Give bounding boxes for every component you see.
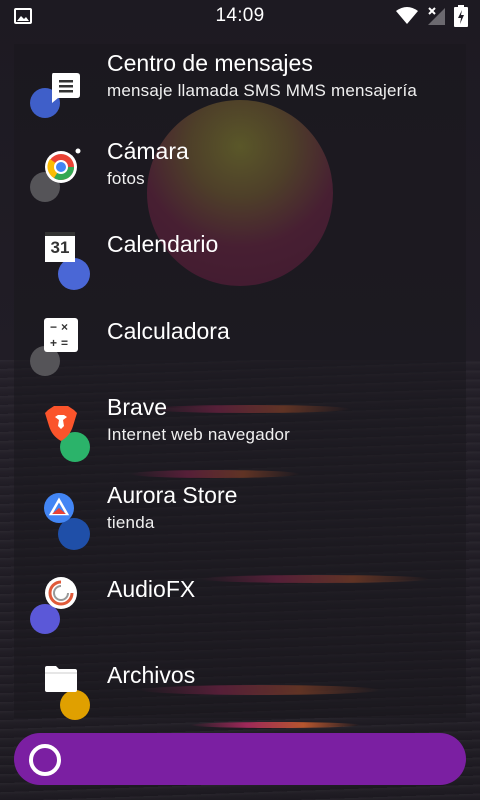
calendar-icon: 31 [45, 232, 75, 262]
app-name: Brave [107, 394, 168, 420]
app-subtitle: mensaje llamada SMS MMS mensajería [107, 81, 418, 100]
app-item-camara[interactable]: Cámara fotos [14, 130, 466, 216]
audiofx-icon [44, 576, 78, 615]
status-bar: 14:09 [0, 0, 480, 32]
app-item-aurora-store[interactable]: Aurora Store tienda [14, 474, 466, 560]
calculator-icon: −×+= [44, 318, 78, 352]
search-assistant-icon[interactable] [29, 744, 61, 776]
app-name: Archivos [107, 662, 196, 688]
app-item-archivos[interactable]: Archivos [14, 646, 466, 732]
image-icon [14, 8, 32, 29]
app-subtitle: Internet web navegador [107, 425, 291, 444]
search-bar[interactable] [14, 733, 466, 785]
app-name: AudioFX [107, 576, 196, 602]
no-signal-icon [426, 6, 446, 31]
app-name: Calculadora [107, 318, 230, 344]
app-item-centro-de-mensajes[interactable]: Centro de mensajes mensaje llamada SMS M… [14, 44, 466, 130]
status-time: 14:09 [215, 5, 265, 26]
wifi-icon [396, 7, 418, 30]
app-item-calculadora[interactable]: −×+= Calculadora [14, 302, 466, 388]
aurora-store-icon [43, 492, 75, 529]
app-subtitle: tienda [107, 513, 155, 532]
message-icon [48, 71, 82, 110]
app-item-brave[interactable]: Brave Internet web navegador [14, 388, 466, 474]
app-name: Aurora Store [107, 482, 238, 508]
app-badge [58, 258, 90, 290]
camera-icon [43, 147, 83, 192]
folder-icon [44, 664, 78, 699]
app-item-calendario[interactable]: 31 Calendario [14, 216, 466, 302]
app-name: Centro de mensajes [107, 50, 313, 76]
battery-charging-icon [454, 5, 468, 32]
app-subtitle: fotos [107, 169, 145, 188]
app-name: Calendario [107, 231, 219, 257]
brave-lion-icon [44, 404, 78, 447]
app-drawer[interactable]: Centro de mensajes mensaje llamada SMS M… [14, 44, 466, 720]
app-item-audiofx[interactable]: AudioFX [14, 560, 466, 646]
app-name: Cámara [107, 138, 189, 164]
